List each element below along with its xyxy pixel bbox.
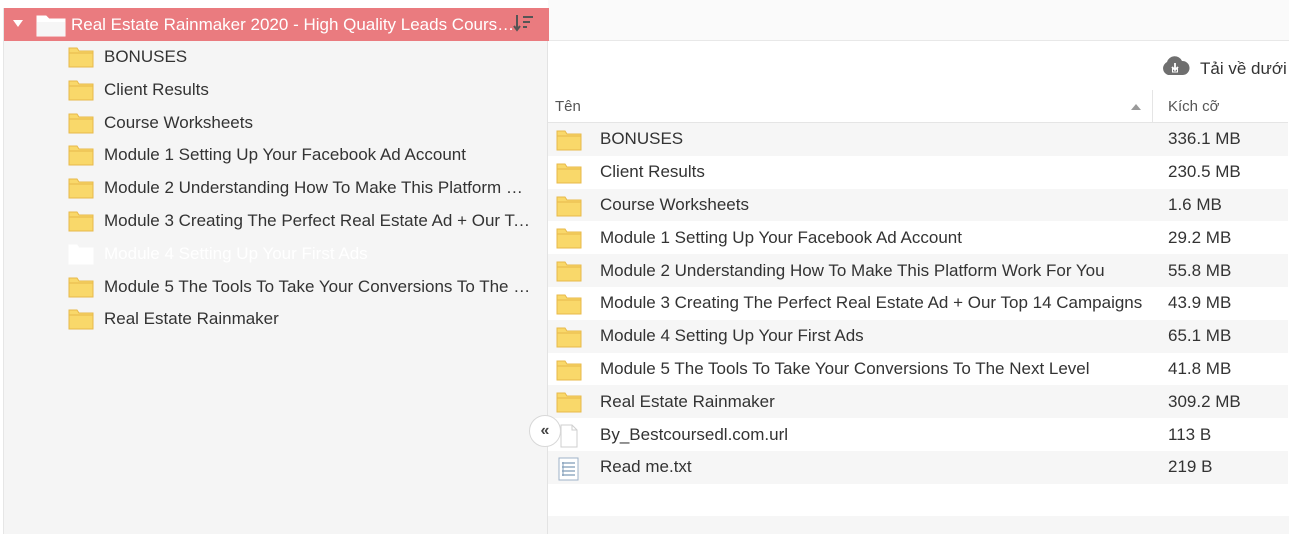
- tree-item[interactable]: BONUSES: [68, 42, 538, 72]
- table-row[interactable]: Real Estate Rainmaker 309.2 MB: [548, 385, 1288, 419]
- folder-tree-panel: Real Estate Rainmaker 2020 - High Qualit…: [3, 8, 549, 534]
- folder-icon: [68, 177, 94, 199]
- tree-item-label: Client Results: [104, 79, 209, 99]
- table-row[interactable]: Read me.txt 219 B: [548, 450, 1288, 484]
- table-row[interactable]: BONUSES 336.1 MB: [548, 123, 1288, 156]
- table-footer-strip: [548, 516, 1289, 534]
- folder-icon: [556, 260, 582, 282]
- file-size: 43.9 MB: [1168, 293, 1232, 313]
- file-table: Tên Kích cỡ BONUSES 336.1 MB Client Result…: [548, 90, 1288, 484]
- file-name[interactable]: By_Bestcoursedl.com.url: [600, 425, 788, 445]
- folder-icon: [556, 227, 582, 249]
- top-strip: [548, 0, 1289, 40]
- file-size: 1.6 MB: [1168, 194, 1222, 214]
- expand-caret-icon[interactable]: [13, 20, 23, 27]
- folder-icon: [556, 391, 582, 413]
- tree-root-label: Real Estate Rainmaker 2020 - High Qualit…: [71, 15, 516, 34]
- tree-item[interactable]: Module 1 Setting Up Your Facebook Ad Acc…: [68, 140, 538, 170]
- folder-icon: [556, 195, 582, 217]
- cloud-download-icon: [1160, 55, 1190, 82]
- folder-icon: [556, 162, 582, 184]
- tree-item-label: Module 5 The Tools To Take Your Conversi…: [104, 276, 532, 296]
- divider: [548, 40, 1289, 41]
- file-size: 41.8 MB: [1168, 358, 1232, 378]
- file-name[interactable]: Module 4 Setting Up Your First Ads: [600, 326, 864, 346]
- file-name[interactable]: Module 5 The Tools To Take Your Conversi…: [600, 359, 1090, 379]
- table-row[interactable]: Module 1 Setting Up Your Facebook Ad Acc…: [548, 221, 1288, 254]
- file-name[interactable]: Module 2 Understanding How To Make This …: [600, 261, 1105, 281]
- text-file-icon: [556, 457, 582, 481]
- file-name[interactable]: Client Results: [600, 162, 705, 182]
- file-name[interactable]: Course Worksheets: [600, 195, 749, 215]
- folder-icon: [68, 276, 94, 298]
- file-name[interactable]: Module 1 Setting Up Your Facebook Ad Acc…: [600, 228, 962, 248]
- tree-item[interactable]: Module 4 Setting Up Your First Ads: [68, 239, 538, 269]
- table-row[interactable]: By_Bestcoursedl.com.url 113 B: [548, 418, 1288, 451]
- table-row[interactable]: Module 3 Creating The Perfect Real Estat…: [548, 287, 1288, 320]
- file-size: 65.1 MB: [1168, 326, 1232, 346]
- folder-icon: [68, 210, 94, 232]
- file-name[interactable]: Real Estate Rainmaker: [600, 392, 775, 412]
- table-row[interactable]: Course Worksheets 1.6 MB: [548, 188, 1288, 222]
- double-chevron-left-icon: «: [540, 422, 550, 439]
- tree-item-label: BONUSES: [104, 47, 188, 66]
- table-row[interactable]: Client Results 230.5 MB: [548, 156, 1288, 189]
- tree-item-label: Module 2 Understanding How To Make This …: [104, 178, 532, 198]
- column-header-size[interactable]: Kích cỡ: [1168, 98, 1220, 115]
- file-size: 309.2 MB: [1168, 391, 1241, 411]
- file-size: 336.1 MB: [1168, 129, 1241, 149]
- file-size: 219 B: [1168, 457, 1213, 477]
- folder-icon: [556, 293, 582, 315]
- download-label: Tải về dưới: [1200, 58, 1287, 78]
- table-row[interactable]: Module 2 Understanding How To Make This …: [548, 254, 1288, 287]
- tree-item-label: Course Worksheets: [104, 112, 253, 132]
- tree-item[interactable]: Module 3 Creating The Perfect Real Estat…: [68, 206, 538, 236]
- folder-icon: [68, 308, 94, 330]
- table-header: Tên Kích cỡ: [548, 90, 1288, 123]
- folder-icon: [556, 326, 582, 348]
- collapse-panel-button[interactable]: «: [529, 415, 561, 447]
- tree-root-row[interactable]: Real Estate Rainmaker 2020 - High Qualit…: [4, 8, 549, 41]
- open-folder-icon: [36, 13, 66, 42]
- tree-item[interactable]: Course Worksheets: [68, 108, 538, 138]
- file-name[interactable]: Module 3 Creating The Perfect Real Estat…: [600, 293, 1142, 313]
- tree-item-label: Module 1 Setting Up Your Facebook Ad Acc…: [104, 145, 466, 165]
- tree-item-label: Module 3 Creating The Perfect Real Estat…: [104, 211, 532, 230]
- file-name[interactable]: BONUSES: [600, 129, 683, 149]
- column-separator[interactable]: [1152, 90, 1153, 123]
- folder-icon: [556, 129, 582, 151]
- tree-item-label: Module 4 Setting Up Your First Ads: [104, 243, 368, 263]
- file-size: 230.5 MB: [1168, 162, 1241, 182]
- table-row[interactable]: Module 4 Setting Up Your First Ads 65.1 M…: [548, 319, 1288, 353]
- file-size: 29.2 MB: [1168, 227, 1232, 247]
- file-size: 113 B: [1168, 424, 1212, 444]
- sort-icon[interactable]: [513, 13, 535, 40]
- sort-ascending-icon[interactable]: [1131, 104, 1141, 110]
- folder-icon: [556, 359, 582, 381]
- table-body: BONUSES 336.1 MB Client Results 230.5 MB Cou…: [548, 123, 1288, 484]
- file-name[interactable]: Read me.txt: [600, 457, 692, 477]
- download-button[interactable]: Tải về dưới: [1160, 55, 1287, 82]
- folder-icon: [68, 144, 94, 166]
- folder-icon: [68, 112, 94, 134]
- tree-item[interactable]: Real Estate Rainmaker: [68, 304, 538, 334]
- column-header-name[interactable]: Tên: [555, 98, 581, 115]
- folder-icon: [68, 46, 94, 68]
- folder-icon: [68, 243, 94, 265]
- tree-item[interactable]: Client Results: [68, 75, 538, 105]
- tree-item-label: Real Estate Rainmaker: [104, 309, 279, 329]
- table-row[interactable]: Module 5 The Tools To Take Your Conversi…: [548, 353, 1288, 386]
- file-size: 55.8 MB: [1168, 260, 1232, 280]
- folder-icon: [68, 79, 94, 101]
- tree-item[interactable]: Module 2 Understanding How To Make This …: [68, 173, 538, 203]
- tree-item[interactable]: Module 5 The Tools To Take Your Conversi…: [68, 272, 538, 302]
